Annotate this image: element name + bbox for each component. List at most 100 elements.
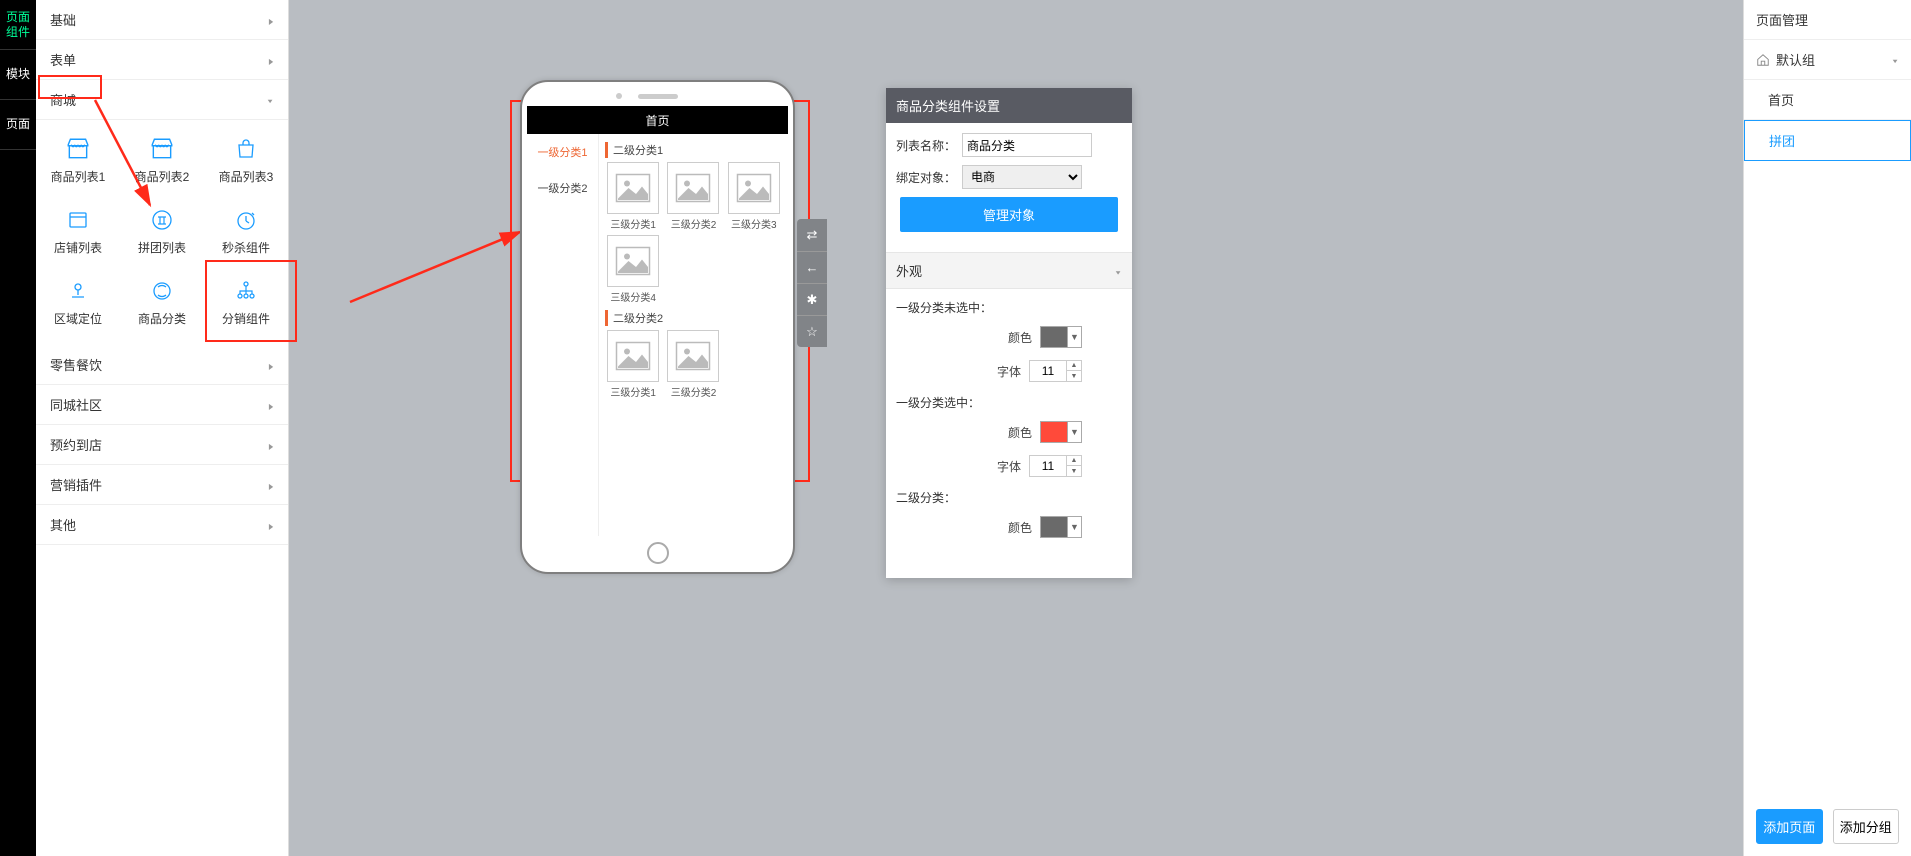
page-item-home[interactable]: 首页 <box>1744 80 1911 120</box>
bind-object-select[interactable]: 电商 <box>962 165 1082 189</box>
category-label: 三级分类2 <box>671 384 717 399</box>
appearance-accordion[interactable]: 外观 <box>886 252 1132 289</box>
chevron-down-icon <box>1891 51 1899 69</box>
image-placeholder-icon <box>607 330 659 382</box>
tool-back-icon[interactable]: ← <box>797 251 827 283</box>
chevron-down-icon: ▼ <box>1067 422 1081 442</box>
add-group-button[interactable]: 添加分组 <box>1833 809 1900 844</box>
chevron-right-icon <box>268 12 274 27</box>
sidebar-tab-modules[interactable]: 模块 <box>0 50 36 100</box>
page-manager-panel: 页面管理 默认组 首页 拼团 添加页面 添加分组 <box>1743 0 1911 856</box>
phone-mockup: 首页 一级分类1 一级分类2 二级分类1 三级分类1 三级分类2 三级分类3 三… <box>520 80 795 574</box>
group-buy-icon <box>149 207 175 233</box>
chevron-down-icon: ▼ <box>1067 327 1081 347</box>
category-label: 三级分类1 <box>610 384 656 399</box>
sidebar-tab-page-components[interactable]: 页面组件 <box>0 0 36 50</box>
spinner-down-icon[interactable]: ▼ <box>1067 371 1081 381</box>
accordion-community[interactable]: 同城社区 <box>36 385 288 425</box>
hierarchy-icon <box>233 278 259 304</box>
category-card[interactable]: 三级分类4 <box>605 235 661 304</box>
component-flash-sale[interactable]: 秒杀组件 <box>204 197 288 268</box>
color-label: 颜色 <box>1008 519 1032 536</box>
category-side-list: 一级分类1 一级分类2 <box>527 134 599 536</box>
tool-swap-icon[interactable]: ⇄ <box>797 219 827 251</box>
accordion-retail[interactable]: 零售餐饮 <box>36 345 288 385</box>
category-card[interactable]: 三级分类2 <box>665 162 721 231</box>
image-placeholder-icon <box>667 330 719 382</box>
component-label: 区域定位 <box>54 310 102 327</box>
font-size-spinner-selected[interactable]: ▲▼ <box>1029 455 1082 477</box>
component-label: 商品列表1 <box>51 168 106 185</box>
category-grid: 三级分类1 三级分类2 三级分类3 三级分类4 <box>605 162 782 304</box>
component-product-list-1[interactable]: 商品列表1 <box>36 126 120 197</box>
home-icon <box>1756 53 1770 67</box>
font-size-input[interactable] <box>1030 361 1066 381</box>
category-card[interactable]: 三级分类3 <box>726 162 782 231</box>
accordion-form[interactable]: 表单 <box>36 40 288 80</box>
bind-object-label: 绑定对象： <box>896 169 956 186</box>
tool-star-icon[interactable]: ☆ <box>797 315 827 347</box>
category-grid: 三级分类1 三级分类2 <box>605 330 782 399</box>
color-picker-selected[interactable]: ▼ <box>1040 421 1082 443</box>
category-level1-item[interactable]: 一级分类1 <box>527 134 598 170</box>
phone-content[interactable]: 一级分类1 一级分类2 二级分类1 三级分类1 三级分类2 三级分类3 三级分类… <box>527 134 788 536</box>
refresh-icon <box>149 278 175 304</box>
component-label: 拼团列表 <box>138 239 186 256</box>
sidebar-tab-pages[interactable]: 页面 <box>0 100 36 150</box>
image-placeholder-icon <box>607 235 659 287</box>
component-product-list-3[interactable]: 商品列表3 <box>204 126 288 197</box>
tool-share-icon[interactable]: ✱ <box>797 283 827 315</box>
category-label: 三级分类4 <box>610 289 656 304</box>
category-card[interactable]: 三级分类1 <box>605 330 661 399</box>
location-icon <box>65 278 91 304</box>
color-picker-level2[interactable]: ▼ <box>1040 516 1082 538</box>
category-card[interactable]: 三级分类1 <box>605 162 661 231</box>
component-label: 商品分类 <box>138 310 186 327</box>
accordion-reserve[interactable]: 预约到店 <box>36 425 288 465</box>
spinner-up-icon[interactable]: ▲ <box>1067 361 1081 371</box>
component-label: 店铺列表 <box>54 239 102 256</box>
category-label: 三级分类2 <box>671 216 717 231</box>
manage-object-button[interactable]: 管理对象 <box>900 197 1118 232</box>
phone-camera-dot <box>616 93 622 99</box>
component-product-list-2[interactable]: 商品列表2 <box>120 126 204 197</box>
phone-speaker <box>638 94 678 99</box>
component-label: 分销组件 <box>222 310 270 327</box>
page-group-label: 默认组 <box>1776 50 1815 69</box>
color-box <box>1041 517 1067 537</box>
image-placeholder-icon <box>667 162 719 214</box>
font-size-spinner-unselected[interactable]: ▲▼ <box>1029 360 1082 382</box>
phone-title-bar: 首页 <box>527 106 788 134</box>
category-card[interactable]: 三级分类2 <box>665 330 721 399</box>
component-area-location[interactable]: 区域定位 <box>36 268 120 339</box>
accordion-marketing[interactable]: 营销插件 <box>36 465 288 505</box>
page-group-default[interactable]: 默认组 <box>1744 40 1911 80</box>
page-manager-title: 页面管理 <box>1744 0 1911 40</box>
component-group-buy-list[interactable]: 拼团列表 <box>120 197 204 268</box>
list-name-input[interactable] <box>962 133 1092 157</box>
font-label: 字体 <box>997 458 1021 475</box>
chevron-right-icon <box>268 437 274 452</box>
spinner-up-icon[interactable]: ▲ <box>1067 456 1081 466</box>
color-box <box>1041 422 1067 442</box>
color-picker-unselected[interactable]: ▼ <box>1040 326 1082 348</box>
spinner-down-icon[interactable]: ▼ <box>1067 466 1081 476</box>
page-item-pintuan[interactable]: 拼团 <box>1744 120 1911 161</box>
color-label: 颜色 <box>1008 329 1032 346</box>
component-product-category[interactable]: 商品分类 <box>120 268 204 339</box>
property-panel-title: 商品分类组件设置 <box>886 88 1132 123</box>
accordion-basic[interactable]: 基础 <box>36 0 288 40</box>
component-panel: 基础 表单 商城 商品列表1 商品列表2 商品列表3 店铺列表 拼团列表 秒杀组… <box>36 0 289 856</box>
accordion-mall[interactable]: 商城 <box>36 80 288 120</box>
category-section-title: 二级分类2 <box>605 310 782 326</box>
component-distribution[interactable]: 分销组件 <box>204 268 288 339</box>
chevron-right-icon <box>268 357 274 372</box>
font-size-input[interactable] <box>1030 456 1066 476</box>
add-page-button[interactable]: 添加页面 <box>1756 809 1823 844</box>
chevron-right-icon <box>268 397 274 412</box>
component-store-list[interactable]: 店铺列表 <box>36 197 120 268</box>
category-level1-item[interactable]: 一级分类2 <box>527 170 598 206</box>
accordion-other[interactable]: 其他 <box>36 505 288 545</box>
image-placeholder-icon <box>607 162 659 214</box>
color-box <box>1041 327 1067 347</box>
